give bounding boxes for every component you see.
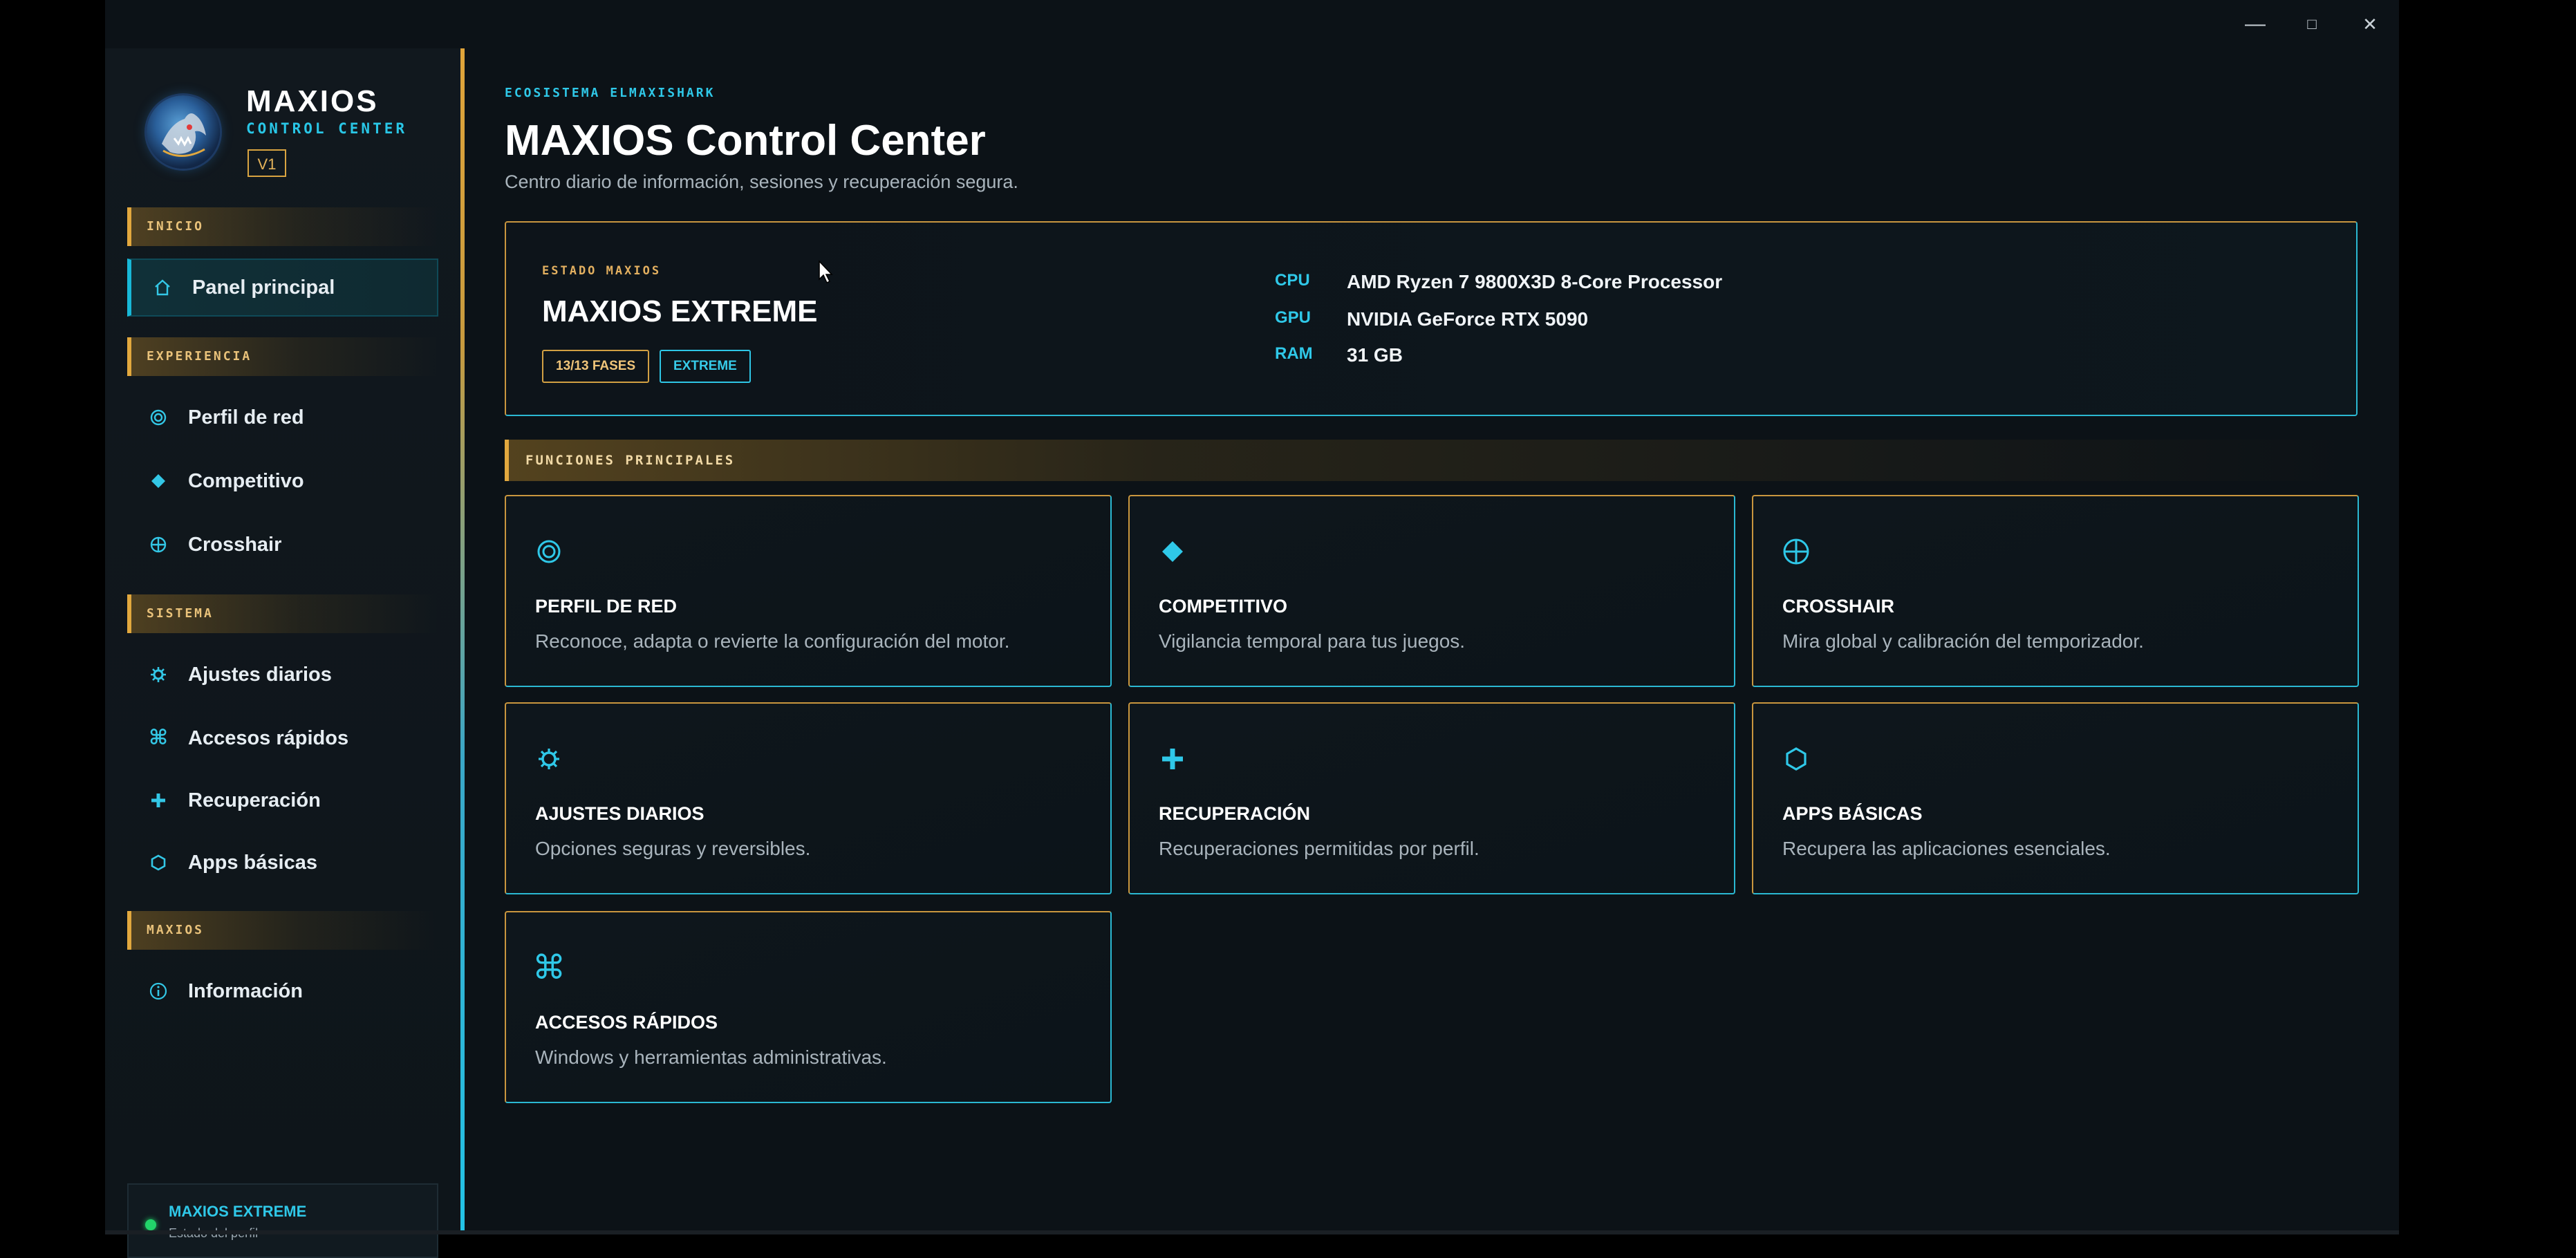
sidebar-item-recuperacion[interactable]: Recuperación [127, 771, 438, 829]
network-target-icon [534, 536, 564, 567]
card-description: Windows y herramientas administrativas. [535, 1046, 887, 1068]
card-title: APPS BÁSICAS [1782, 803, 1923, 824]
title-bar: — □ ✕ [105, 0, 2399, 48]
sidebar-item-ajustes-diarios[interactable]: Ajustes diarios [127, 646, 438, 704]
sidebar-item-panel-principal[interactable]: Panel principal [127, 259, 438, 317]
card-description: Recupera las aplicaciones esenciales. [1782, 838, 2111, 859]
sidebar-item-label: Información [188, 979, 303, 1002]
sidebar-item-label: Crosshair [188, 533, 282, 556]
card-title: RECUPERACIÓN [1159, 803, 1311, 824]
brand-title: MAXIOS [246, 84, 379, 118]
functions-heading: FUNCIONES PRINCIPALES [505, 440, 2358, 481]
mouse-cursor-icon [818, 260, 834, 288]
sidebar-accent-divider [460, 48, 465, 1230]
card-description: Vigilancia temporal para tus juegos. [1159, 630, 1466, 652]
window-bottom-edge [105, 1230, 2399, 1234]
card-perfil-de-red[interactable]: PERFIL DE RED Reconoce, adapta o reviert… [505, 495, 1112, 687]
card-title: CROSSHAIR [1782, 596, 1895, 617]
section-maxios: MAXIOS [127, 911, 438, 950]
section-experiencia: EXPERIENCIA [127, 337, 438, 376]
shark-logo [147, 95, 220, 169]
spec-label-ram: RAM [1275, 344, 1313, 363]
sidebar-item-competitivo[interactable]: Competitivo [127, 452, 438, 510]
sidebar-item-label: Accesos rápidos [188, 726, 349, 749]
sidebar: MAXIOS CONTROL CENTER V1 INICIO Panel pr… [105, 48, 460, 1258]
diamond-icon [148, 471, 169, 491]
home-icon [152, 277, 173, 298]
card-title: PERFIL DE RED [535, 596, 678, 617]
card-competitivo[interactable]: COMPETITIVO Vigilancia temporal para tus… [1128, 495, 1735, 687]
card-accesos-rapidos[interactable]: ⌘ ACCESOS RÁPIDOS Windows y herramientas… [505, 911, 1112, 1103]
page-subtitle: Centro diario de información, sesiones y… [505, 171, 1018, 192]
maximize-button[interactable]: □ [2291, 8, 2333, 40]
info-icon [148, 981, 169, 1002]
sidebar-item-label: Perfil de red [188, 406, 304, 429]
status-indicator [145, 1219, 156, 1230]
card-title: ACCESOS RÁPIDOS [535, 1012, 718, 1033]
card-ajustes-diarios[interactable]: AJUSTES DIARIOS Opciones seguras y rever… [505, 702, 1112, 894]
mode-badge: EXTREME [660, 350, 751, 383]
sidebar-item-perfil-de-red[interactable]: Perfil de red [127, 388, 438, 447]
network-target-icon [148, 407, 169, 428]
version-badge: V1 [248, 149, 286, 177]
app-window: — □ ✕ MAXIOS CONTROL CENTER V1 INICIO Pa… [105, 0, 2399, 1258]
hero-eyebrow: ESTADO MAXIOS [542, 264, 662, 278]
spec-value-cpu: AMD Ryzen 7 9800X3D 8-Core Processor [1347, 271, 1723, 292]
minimize-button[interactable]: — [2234, 8, 2276, 40]
sidebar-item-crosshair[interactable]: Crosshair [127, 516, 438, 574]
spec-value-ram: 31 GB [1347, 344, 1403, 366]
sidebar-item-label: Ajustes diarios [188, 663, 332, 686]
gear-icon [534, 744, 564, 774]
card-recuperacion[interactable]: RECUPERACIÓN Recuperaciones permitidas p… [1128, 702, 1735, 894]
sidebar-item-label: Apps básicas [188, 851, 317, 874]
card-description: Opciones seguras y reversibles. [535, 838, 811, 859]
diamond-icon [1157, 536, 1188, 567]
sidebar-item-informacion[interactable]: Información [127, 962, 438, 1020]
card-apps-basicas[interactable]: APPS BÁSICAS Recupera las aplicaciones e… [1752, 702, 2359, 894]
crosshair-icon [148, 534, 169, 555]
card-title: AJUSTES DIARIOS [535, 803, 704, 824]
card-description: Mira global y calibración del temporizad… [1782, 630, 2144, 652]
card-title: COMPETITIVO [1159, 596, 1288, 617]
gear-icon [148, 664, 169, 685]
status-hero-card: ESTADO MAXIOS MAXIOS EXTREME 13/13 FASES… [505, 221, 2358, 416]
plus-icon [1157, 744, 1188, 774]
profile-status: MAXIOS EXTREME Estado del perfil [127, 1183, 438, 1258]
sidebar-item-label: Panel principal [192, 276, 335, 299]
section-inicio: INICIO [127, 207, 438, 246]
card-crosshair[interactable]: CROSSHAIR Mira global y calibración del … [1752, 495, 2359, 687]
hexagon-icon [148, 852, 169, 873]
status-title: MAXIOS EXTREME [169, 1203, 307, 1220]
hero-title: MAXIOS EXTREME [542, 294, 818, 328]
plus-icon [148, 790, 169, 811]
sidebar-item-apps-basicas[interactable]: Apps básicas [127, 834, 438, 892]
spec-label-cpu: CPU [1275, 271, 1310, 290]
phases-badge: 13/13 FASES [542, 350, 650, 383]
page-title: MAXIOS Control Center [505, 117, 986, 165]
sidebar-item-accesos-rapidos[interactable]: ⌘ Accesos rápidos [127, 709, 438, 767]
sidebar-item-label: Recuperación [188, 789, 321, 811]
spec-label-gpu: GPU [1275, 308, 1312, 327]
page-eyebrow: ECOSISTEMA ELMAXISHARK [505, 86, 716, 100]
sidebar-item-label: Competitivo [188, 469, 304, 492]
hexagon-icon [1781, 744, 1811, 774]
spec-value-gpu: NVIDIA GeForce RTX 5090 [1347, 308, 1589, 330]
command-icon: ⌘ [532, 950, 566, 986]
command-icon: ⌘ [149, 726, 168, 749]
card-description: Recuperaciones permitidas por perfil. [1159, 838, 1480, 859]
section-sistema: SISTEMA [127, 594, 438, 633]
close-button[interactable]: ✕ [2349, 8, 2391, 40]
crosshair-icon [1781, 536, 1811, 567]
brand-subtitle: CONTROL CENTER [246, 120, 408, 137]
card-description: Reconoce, adapta o revierte la configura… [535, 630, 1010, 652]
